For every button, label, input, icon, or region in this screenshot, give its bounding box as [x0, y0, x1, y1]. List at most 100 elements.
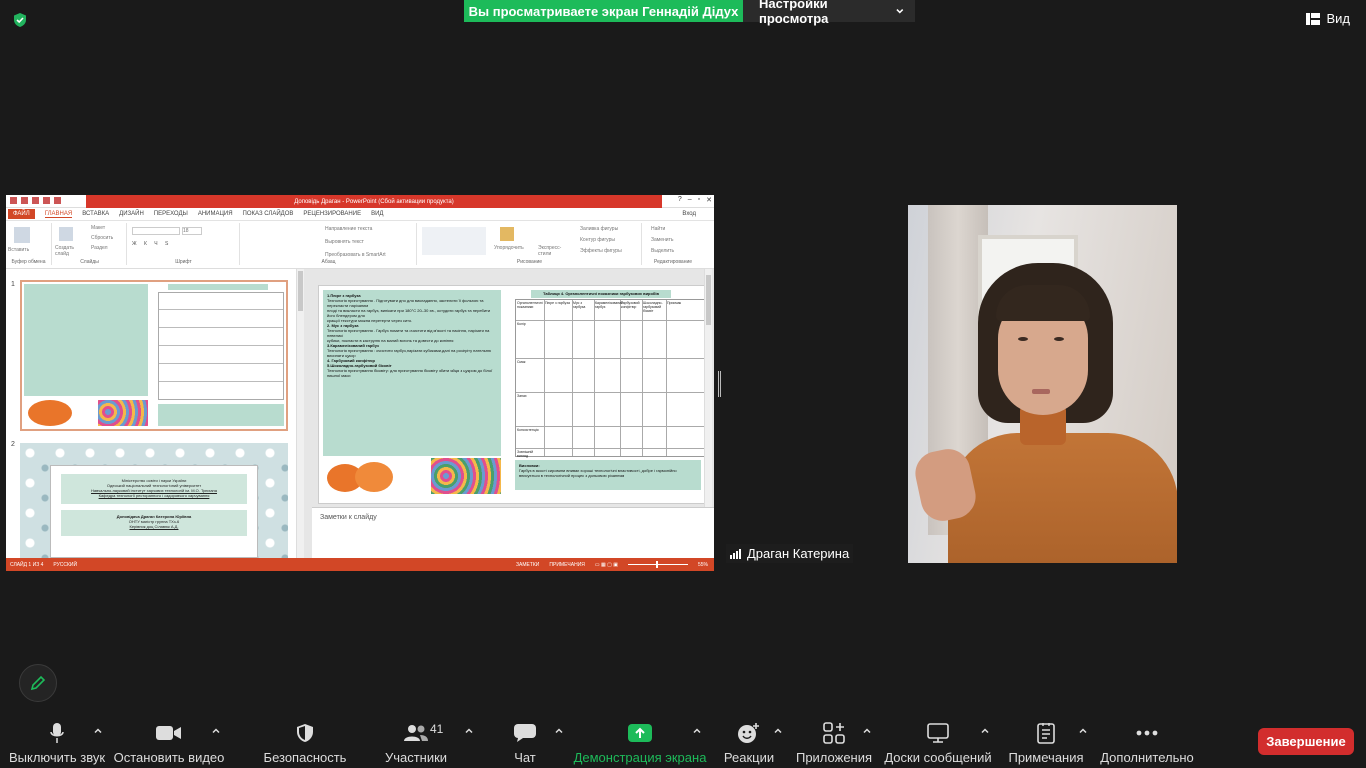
tab-home[interactable]: ГЛАВНАЯ — [44, 211, 73, 218]
create-slide-button[interactable]: Создать слайд — [55, 245, 79, 257]
participants-label: Участники — [384, 750, 448, 765]
thumb2-line7: Керівник доц Сілавюк А.Д. — [129, 524, 179, 529]
tab-transitions[interactable]: ПЕРЕХОДЫ — [154, 211, 188, 217]
shape-effects-button[interactable]: Эффекты фигуры — [580, 248, 622, 254]
whiteboards-button[interactable]: Доски сообщений — [884, 720, 992, 766]
yarn-pumpkins-image — [431, 458, 501, 494]
ribbon: Вставить Буфер обмена Создать слайд Маке… — [6, 221, 714, 269]
end-meeting-button[interactable]: Завершение — [1258, 728, 1354, 755]
login-link[interactable]: Вход — [682, 211, 696, 217]
section-button[interactable]: Раздел — [91, 245, 108, 251]
slide-text-panel: 1.Пюре з гарбуза Технологія приготування… — [323, 290, 501, 456]
replace-button[interactable]: Заменить — [651, 237, 673, 243]
tab-animation[interactable]: АНИМАЦИЯ — [198, 211, 233, 217]
security-button[interactable]: Безопасность — [264, 720, 346, 766]
tab-view[interactable]: ВИД — [371, 211, 383, 217]
shared-screen[interactable]: Доповідь Драган - PowerPoint (Сбой актив… — [6, 195, 714, 571]
ppt-title-bar: Доповідь Драган - PowerPoint (Сбой актив… — [6, 195, 714, 208]
apps-button[interactable]: Приложения — [796, 720, 872, 766]
notes-button[interactable]: Примечания — [1008, 720, 1084, 766]
shapes-gallery[interactable] — [422, 227, 486, 255]
slide-thumbnail-2[interactable]: Міністерство освіти і науки України Одес… — [20, 443, 288, 558]
editing-group-label: Редактирование — [653, 259, 693, 265]
security-shield-icon[interactable] — [12, 12, 28, 28]
participant-video[interactable] — [908, 205, 1177, 563]
smartart-button[interactable]: Преобразовать в SmartArt — [325, 252, 386, 258]
reactions-caret-icon[interactable] — [773, 726, 783, 736]
thumb1-conclusion — [158, 404, 284, 426]
notes-caret-icon[interactable] — [1078, 726, 1088, 736]
paste-button[interactable]: Вставить — [8, 247, 29, 253]
tab-design[interactable]: ДИЗАЙН — [119, 211, 144, 217]
layout-button[interactable]: Макет — [91, 225, 105, 231]
tab-slideshow[interactable]: ПОКАЗ СЛАЙДОВ — [243, 211, 294, 217]
share-caret-icon[interactable] — [692, 726, 702, 736]
quick-styles-button[interactable]: Экспресс-стили — [538, 245, 566, 257]
apps-label: Приложения — [795, 750, 873, 765]
text-direction-button[interactable]: Направление текста — [325, 226, 372, 232]
mute-button[interactable]: Выключить звук — [9, 720, 105, 766]
share-screen-button[interactable]: Демонстрация экрана — [574, 720, 706, 766]
more-button[interactable]: Дополнительно — [1100, 720, 1194, 766]
window-controls[interactable]: ? – ▫ ✕ — [678, 196, 712, 204]
font-group-label: Шрифт — [175, 259, 192, 265]
slides-group-label: Слайды — [80, 259, 99, 265]
thumbs-scrollbar[interactable] — [296, 269, 304, 558]
slide-thumbnail-1[interactable] — [20, 280, 288, 431]
notes-toggle[interactable]: ЗАМЕТКИ — [516, 562, 539, 568]
slide-editor[interactable]: 1.Пюре з гарбуза Технологія приготування… — [318, 285, 708, 504]
mute-caret-icon[interactable] — [93, 726, 103, 736]
quick-access-toolbar[interactable] — [10, 197, 80, 206]
font-group: 18 Ж К Ч S Шрифт — [128, 223, 240, 265]
tab-insert[interactable]: ВСТАВКА — [82, 211, 109, 217]
reset-button[interactable]: Сбросить — [91, 235, 113, 241]
participants-count: 41 — [430, 722, 444, 736]
thumb-number-2: 2 — [11, 441, 15, 448]
chat-button[interactable]: Чат — [508, 720, 542, 766]
chat-caret-icon[interactable] — [554, 726, 564, 736]
zoom-level[interactable]: 55% — [698, 562, 708, 568]
video-mouth — [1032, 389, 1050, 394]
slide-thumbnails-pane[interactable]: 1 2 Міністерство освіти і науки України — [6, 269, 304, 558]
shape-fill-button[interactable]: Заливка фигуры — [580, 226, 618, 232]
align-text-button[interactable]: Выровнять текст — [325, 239, 364, 245]
meeting-toolbar: Выключить звук Остановить видео Безопасн… — [0, 716, 1366, 768]
whiteboards-label: Доски сообщений — [884, 750, 992, 765]
view-button[interactable]: Вид — [1306, 11, 1350, 26]
find-button[interactable]: Найти — [651, 226, 665, 232]
paste-icon[interactable] — [14, 227, 30, 243]
reactions-button[interactable]: Реакции — [724, 720, 774, 766]
new-slide-icon[interactable] — [59, 227, 73, 241]
tab-file[interactable]: ФАЙЛ — [8, 209, 35, 219]
font-size-field[interactable]: 18 — [182, 227, 202, 235]
clipboard-group: Вставить Буфер обмена — [6, 223, 52, 265]
font-format-buttons[interactable]: Ж К Ч S — [132, 241, 171, 247]
select-button[interactable]: Выделить — [651, 248, 674, 254]
participants-caret-icon[interactable] — [464, 726, 474, 736]
video-caret-icon[interactable] — [211, 726, 221, 736]
participants-button[interactable]: 41 Участники — [384, 720, 448, 766]
thumb2-header: Міністерство освіти і науки України Одес… — [61, 474, 247, 504]
comments-toggle[interactable]: ПРИМЕЧАНИЯ — [549, 562, 585, 568]
thumb1-text-panel — [24, 284, 148, 396]
tab-review[interactable]: РЕЦЕНЗИРОВАНИЕ — [303, 211, 361, 217]
view-options-dropdown[interactable]: Настройки просмотра — [743, 0, 915, 26]
annotate-button[interactable] — [19, 664, 57, 702]
view-mode-icons[interactable]: ▭ ▦ ▢ ▣ — [595, 562, 618, 568]
table-header-2: Мус з гарбуза — [573, 301, 586, 309]
arrange-icon[interactable] — [500, 227, 514, 241]
zoom-slider[interactable] — [627, 561, 688, 568]
table-header-3: Карамелізований гарбуз — [595, 301, 624, 309]
table-row-1: Смак — [517, 360, 526, 364]
slide-notes[interactable]: Заметки к слайду — [312, 507, 714, 558]
font-name-field[interactable] — [132, 227, 180, 235]
whiteboards-caret-icon[interactable] — [980, 726, 990, 736]
shape-outline-button[interactable]: Контур фигуры — [580, 237, 615, 243]
stop-video-label: Остановить видео — [113, 750, 225, 765]
conclusion-text: Гарбуз в якості сировини вниває хороші т… — [519, 468, 677, 478]
video-camera-icon — [156, 726, 181, 740]
stop-video-button[interactable]: Остановить видео — [113, 720, 225, 766]
arrange-button[interactable]: Упорядочить — [494, 245, 524, 251]
split-divider-handle[interactable] — [718, 371, 721, 397]
apps-caret-icon[interactable] — [862, 726, 872, 736]
